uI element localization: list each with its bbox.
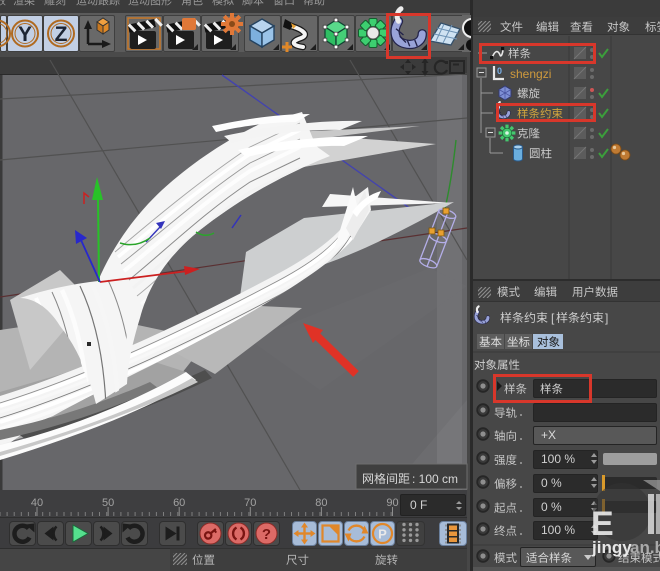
svg-text:[: [: [551, 311, 555, 325]
svg-text:jingy: jingy: [591, 538, 632, 557]
svg-text:]: ]: [605, 311, 608, 325]
svg-text:Y: Y: [18, 23, 32, 46]
svg-text:Z: Z: [55, 23, 68, 46]
svg-text:?: ?: [262, 526, 271, 543]
svg-text:P: P: [378, 527, 387, 542]
svg-text:: 100 cm: : 100 cm: [412, 472, 458, 486]
svg-text:an.b: an.b: [630, 538, 660, 557]
svg-text:0: 0: [497, 66, 502, 76]
